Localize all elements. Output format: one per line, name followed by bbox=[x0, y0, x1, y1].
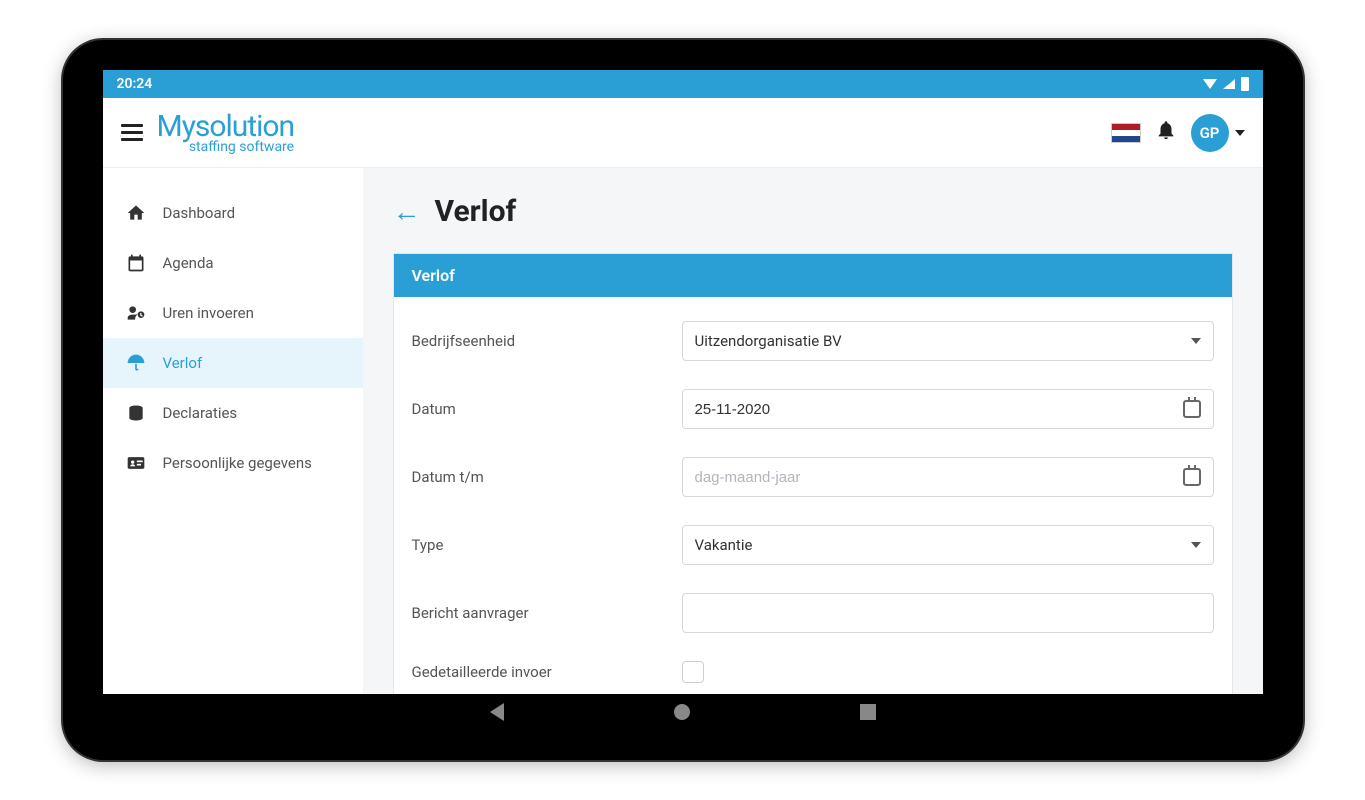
sidebar-item-label: Verlof bbox=[163, 354, 203, 372]
page-title: Verlof bbox=[435, 194, 517, 229]
nav-back-icon[interactable] bbox=[490, 703, 504, 721]
calendar-icon bbox=[125, 252, 147, 274]
sidebar-item-verlof[interactable]: Verlof bbox=[103, 338, 363, 388]
calendar-icon[interactable] bbox=[1183, 400, 1201, 418]
sidebar-item-agenda[interactable]: Agenda bbox=[103, 238, 363, 288]
datum-value[interactable] bbox=[695, 401, 1183, 418]
logo-sub: staffing software bbox=[157, 140, 295, 154]
sidebar-item-label: Agenda bbox=[163, 254, 214, 272]
type-select[interactable]: Vakantie bbox=[682, 525, 1214, 565]
field-label: Type bbox=[412, 536, 682, 554]
android-status-bar: 20:24 bbox=[103, 70, 1263, 98]
field-label: Datum t/m bbox=[412, 468, 682, 486]
field-label: Bericht aanvrager bbox=[412, 604, 682, 622]
sidebar-item-label: Persoonlijke gegevens bbox=[163, 454, 312, 472]
sidebar-item-uren[interactable]: Uren invoeren bbox=[103, 288, 363, 338]
back-arrow-icon[interactable]: ← bbox=[393, 195, 421, 228]
sidebar: Dashboard Agenda Uren invoeren bbox=[103, 168, 363, 694]
android-nav-bar bbox=[103, 694, 1263, 730]
app-body: Dashboard Agenda Uren invoeren bbox=[103, 168, 1263, 694]
home-icon bbox=[125, 202, 147, 224]
datum-tm-value[interactable] bbox=[695, 469, 1183, 486]
field-gedetailleerd: Gedetailleerde invoer bbox=[412, 647, 1214, 694]
field-bericht: Bericht aanvrager bbox=[412, 579, 1214, 647]
chevron-down-icon bbox=[1191, 338, 1201, 344]
avatar: GP bbox=[1191, 114, 1229, 152]
signal-icon bbox=[1223, 79, 1235, 89]
umbrella-icon bbox=[125, 352, 147, 374]
language-flag-nl[interactable] bbox=[1111, 123, 1141, 143]
status-time: 20:24 bbox=[117, 76, 153, 92]
field-label: Datum bbox=[412, 400, 682, 418]
field-label: Gedetailleerde invoer bbox=[412, 663, 682, 681]
id-card-icon bbox=[125, 452, 147, 474]
field-type: Type Vakantie bbox=[412, 511, 1214, 579]
sidebar-item-declaraties[interactable]: Declaraties bbox=[103, 388, 363, 438]
sidebar-item-label: Dashboard bbox=[163, 204, 236, 222]
nav-recent-icon[interactable] bbox=[860, 704, 876, 720]
bedrijfseenheid-select[interactable]: Uitzendorganisatie BV bbox=[682, 321, 1214, 361]
field-datum: Datum bbox=[412, 375, 1214, 443]
field-label: Bedrijfseenheid bbox=[412, 332, 682, 350]
gedetailleerd-checkbox[interactable] bbox=[682, 661, 704, 683]
status-indicators bbox=[1203, 77, 1249, 91]
bericht-value[interactable] bbox=[695, 605, 1201, 622]
screen: 20:24 Mysolution staffing software bbox=[103, 70, 1263, 694]
notifications-icon[interactable] bbox=[1155, 119, 1177, 147]
card-header: Verlof bbox=[394, 254, 1232, 297]
wifi-icon bbox=[1203, 79, 1217, 89]
page-title-row: ← Verlof bbox=[393, 194, 1233, 229]
sidebar-item-label: Uren invoeren bbox=[163, 304, 254, 322]
chevron-down-icon bbox=[1235, 130, 1245, 136]
sidebar-item-persoonlijk[interactable]: Persoonlijke gegevens bbox=[103, 438, 363, 488]
select-value: Vakantie bbox=[695, 536, 753, 554]
coins-icon bbox=[125, 402, 147, 424]
verlof-card: Verlof Bedrijfseenheid Uitzendorganisati… bbox=[393, 253, 1233, 694]
calendar-icon[interactable] bbox=[1183, 468, 1201, 486]
card-body: Bedrijfseenheid Uitzendorganisatie BV Da… bbox=[394, 297, 1232, 694]
app-header: Mysolution staffing software GP bbox=[103, 98, 1263, 168]
chevron-down-icon bbox=[1191, 542, 1201, 548]
logo-main: Mysolution bbox=[157, 112, 295, 142]
menu-button[interactable] bbox=[121, 124, 143, 141]
datum-input[interactable] bbox=[682, 389, 1214, 429]
sidebar-item-dashboard[interactable]: Dashboard bbox=[103, 188, 363, 238]
select-value: Uitzendorganisatie BV bbox=[695, 332, 842, 350]
tablet-frame: 20:24 Mysolution staffing software bbox=[63, 40, 1303, 760]
bericht-input[interactable] bbox=[682, 593, 1214, 633]
battery-icon bbox=[1241, 77, 1249, 91]
user-menu[interactable]: GP bbox=[1191, 114, 1245, 152]
datum-tm-input[interactable] bbox=[682, 457, 1214, 497]
logo: Mysolution staffing software bbox=[157, 112, 295, 154]
field-bedrijfseenheid: Bedrijfseenheid Uitzendorganisatie BV bbox=[412, 307, 1214, 375]
sidebar-item-label: Declaraties bbox=[163, 404, 238, 422]
field-datum-tm: Datum t/m bbox=[412, 443, 1214, 511]
content: ← Verlof Verlof Bedrijfseenheid Uitzendo… bbox=[363, 168, 1263, 694]
nav-home-icon[interactable] bbox=[674, 704, 690, 720]
clock-user-icon bbox=[125, 302, 147, 324]
